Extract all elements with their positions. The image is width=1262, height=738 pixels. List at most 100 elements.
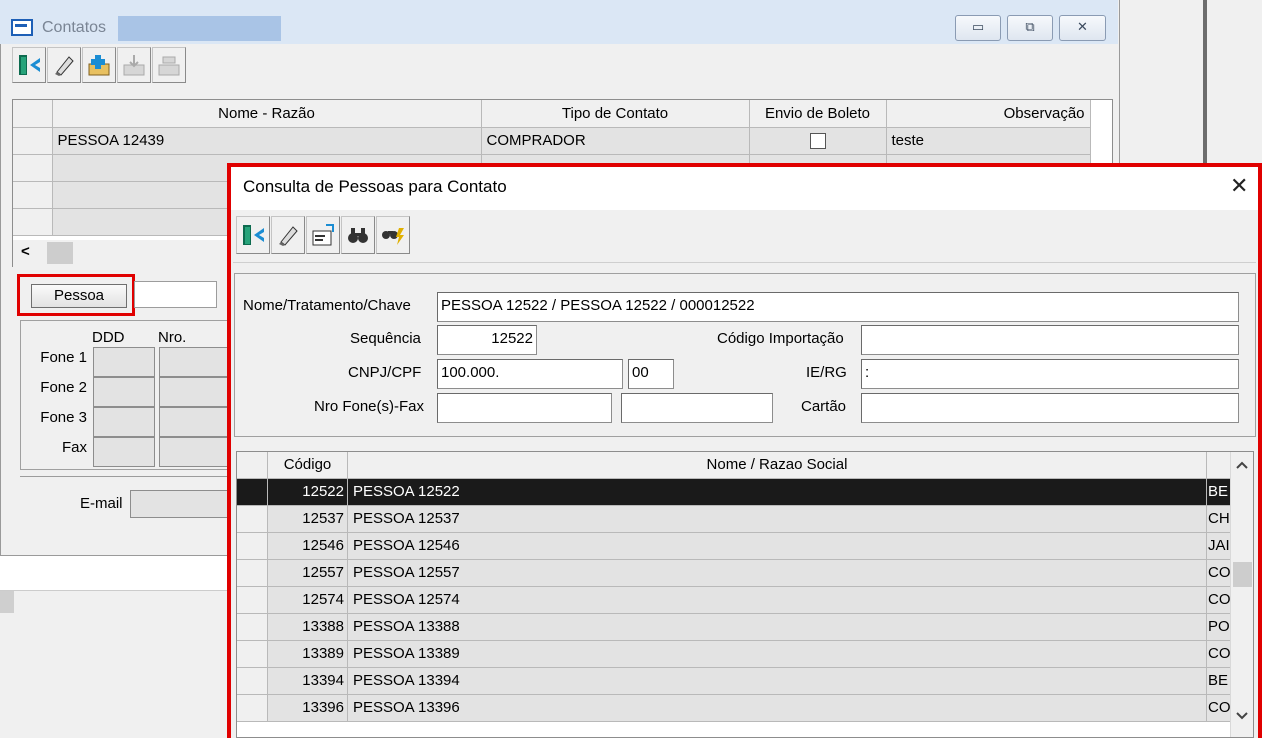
cell-observacao[interactable]: teste <box>886 127 1091 155</box>
cell-envio[interactable] <box>749 127 887 155</box>
dialog-load-button[interactable] <box>306 216 340 254</box>
results-scroll-thumb[interactable] <box>1233 562 1252 587</box>
row-indicator <box>237 479 268 506</box>
scroll-stub <box>0 591 14 613</box>
cell-codigo[interactable]: 13394 <box>268 668 348 695</box>
sequencia-label: Sequência <box>350 330 421 347</box>
cell-codigo[interactable]: 12574 <box>268 587 348 614</box>
column-header-envio[interactable]: Envio de Boleto <box>749 100 887 128</box>
cell-nome-razao[interactable]: PESSOA 12574 <box>348 587 1207 614</box>
cell-nome-razao[interactable]: PESSOA 12546 <box>348 533 1207 560</box>
table-row[interactable]: 13394 PESSOA 13394 BE <box>237 668 1231 695</box>
clear-button[interactable] <box>47 47 81 83</box>
table-row[interactable]: 13389 PESSOA 13389 CO <box>237 641 1231 668</box>
table-row[interactable]: 12537 PESSOA 12537 CH <box>237 506 1231 533</box>
scroll-up-icon[interactable] <box>1236 457 1248 472</box>
toolbar-separator <box>233 262 1256 263</box>
cartao-input[interactable] <box>861 393 1239 423</box>
close-window-button[interactable]: ✕ <box>1059 15 1106 41</box>
minimize-button[interactable]: ▭ <box>955 15 1001 41</box>
scroll-thumb[interactable] <box>47 242 73 264</box>
cell-codigo[interactable]: 13396 <box>268 695 348 722</box>
cell-extra[interactable]: BE <box>1207 668 1231 695</box>
eraser-icon <box>55 56 74 76</box>
cell-extra[interactable]: PO <box>1207 614 1231 641</box>
table-row[interactable]: 13388 PESSOA 13388 PO <box>237 614 1231 641</box>
ie-rg-input[interactable]: : <box>861 359 1239 389</box>
column-header-observacao[interactable]: Observação <box>886 100 1091 128</box>
dialog-clear-button[interactable] <box>271 216 305 254</box>
cell-extra[interactable]: CO <box>1207 695 1231 722</box>
restore-button[interactable]: ⧉ <box>1007 15 1053 41</box>
cell-codigo[interactable]: 13389 <box>268 641 348 668</box>
fone-input-1[interactable] <box>437 393 612 423</box>
cell-extra[interactable]: JAI <box>1207 533 1231 560</box>
status-strip-2 <box>0 572 227 591</box>
dialog-exit-button[interactable] <box>236 216 270 254</box>
row-indicator <box>237 506 268 533</box>
cell-codigo[interactable]: 12557 <box>268 560 348 587</box>
results-vertical-scrollbar[interactable] <box>1230 452 1253 737</box>
pessoa-button[interactable]: Pessoa <box>31 284 127 308</box>
cell-codigo[interactable]: 12522 <box>268 479 348 506</box>
sequencia-input[interactable]: 12522 <box>437 325 537 355</box>
exit-door-icon <box>19 55 40 75</box>
cnpj-cpf-input[interactable]: 100.000. <box>437 359 623 389</box>
row-indicator <box>13 127 53 155</box>
table-row[interactable]: 12522 PESSOA 12522 BE <box>237 479 1231 506</box>
cell-nome-razao[interactable]: PESSOA 13388 <box>348 614 1207 641</box>
table-row[interactable]: 12557 PESSOA 12557 CO <box>237 560 1231 587</box>
cell-codigo[interactable]: 12546 <box>268 533 348 560</box>
restore-icon: ⧉ <box>1025 19 1035 34</box>
scroll-left-icon[interactable]: < <box>21 243 30 260</box>
cell-nome-razao[interactable]: PESSOA 12537 <box>348 506 1207 533</box>
cell-nome-razao[interactable]: PESSOA 12557 <box>348 560 1207 587</box>
exit-button[interactable] <box>12 47 46 83</box>
dialog-search-button[interactable] <box>341 216 375 254</box>
fone-2-ddd-field[interactable] <box>93 377 155 407</box>
fax-ddd-field[interactable] <box>93 437 155 467</box>
dialog-close-icon[interactable]: ✕ <box>1230 173 1248 199</box>
row-indicator <box>237 587 268 614</box>
cell-extra[interactable]: CO <box>1207 560 1231 587</box>
cell-extra[interactable]: CH <box>1207 506 1231 533</box>
cell-extra[interactable]: CO <box>1207 641 1231 668</box>
load-card-icon <box>312 224 334 246</box>
fone-3-ddd-field[interactable] <box>93 407 155 437</box>
dialog-quick-search-button[interactable] <box>376 216 410 254</box>
email-field[interactable] <box>130 490 230 518</box>
nome-tratamento-input[interactable]: PESSOA 12522 / PESSOA 12522 / 000012522 <box>437 292 1239 322</box>
cell-tipo[interactable]: COMPRADOR <box>481 127 750 155</box>
cell-extra[interactable]: CO <box>1207 587 1231 614</box>
cell-nome-razao[interactable]: PESSOA 13394 <box>348 668 1207 695</box>
cnpj-suffix-input[interactable]: 00 <box>628 359 674 389</box>
codigo-importacao-input[interactable] <box>861 325 1239 355</box>
results-grid-corner <box>237 452 268 479</box>
pessoa-input[interactable] <box>134 281 217 308</box>
window-app-icon <box>11 19 33 36</box>
fone-1-ddd-field[interactable] <box>93 347 155 377</box>
results-grid[interactable]: Código Nome / Razao Social 12522 PESSOA 1… <box>236 451 1254 738</box>
cell-codigo[interactable]: 12537 <box>268 506 348 533</box>
column-header-nome-razao[interactable]: Nome / Razao Social <box>348 452 1207 479</box>
cell-nome-razao[interactable]: PESSOA 13389 <box>348 641 1207 668</box>
phones-group: DDD Nro. Fone 1 Fone 2 Fone 3 Fax <box>20 320 239 470</box>
cell-nome-razao[interactable]: PESSOA 12522 <box>348 479 1207 506</box>
table-row[interactable]: 12546 PESSOA 12546 JAI <box>237 533 1231 560</box>
close-icon: ✕ <box>1077 19 1088 34</box>
fone-input-2[interactable] <box>621 393 773 423</box>
column-header-tipo[interactable]: Tipo de Contato <box>481 100 750 128</box>
column-header-extra[interactable] <box>1207 452 1231 479</box>
envio-boleto-checkbox[interactable] <box>809 133 826 150</box>
cell-codigo[interactable]: 13388 <box>268 614 348 641</box>
column-header-codigo[interactable]: Código <box>268 452 348 479</box>
add-button[interactable] <box>82 47 116 83</box>
table-row[interactable]: 13396 PESSOA 13396 CO <box>237 695 1231 722</box>
column-header-nome[interactable]: Nome - Razão <box>52 100 482 128</box>
cell-nome[interactable]: PESSOA 12439 <box>52 127 482 155</box>
table-row[interactable]: 12574 PESSOA 12574 CO <box>237 587 1231 614</box>
table-row[interactable]: PESSOA 12439 COMPRADOR teste <box>13 127 1091 155</box>
cell-extra[interactable]: BE <box>1207 479 1231 506</box>
scroll-down-icon[interactable] <box>1236 708 1248 723</box>
cell-nome-razao[interactable]: PESSOA 13396 <box>348 695 1207 722</box>
